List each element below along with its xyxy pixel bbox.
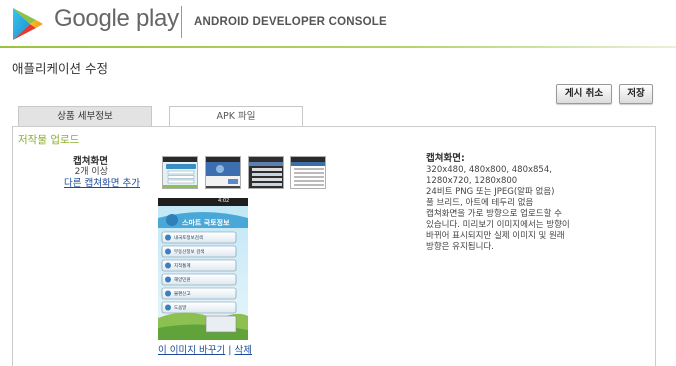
preview-menu-item: 지적통계 <box>174 264 191 269</box>
link-separator: | <box>228 345 232 356</box>
info-line: 방향은 유지됩니다. <box>426 242 494 252</box>
screenshot-requirements-info: 캡쳐화면: 320x480, 480x800, 480x854, 1280x72… <box>426 153 626 253</box>
header-accent-rule <box>0 46 676 48</box>
preview-app-banner: 스마트 국토정보 <box>182 219 230 227</box>
info-heading: 캡쳐화면: <box>426 153 465 164</box>
info-line: 캡쳐화면을 가로 방향으로 업로드할 수 <box>426 209 562 219</box>
preview-status-time: 4:02 <box>218 198 230 204</box>
tab-product-details[interactable]: 상품 세부정보 <box>18 106 152 127</box>
delete-image-link[interactable]: 삭제 <box>235 345 252 356</box>
replace-image-link[interactable]: 이 이미지 바꾸기 <box>158 345 225 356</box>
info-line: 있습니다. 미리보기 이미지에서는 방향이 <box>426 220 570 230</box>
info-line: 24비트 PNG 또는 JPEG(알파 없음) <box>426 187 555 197</box>
preview-menu-item: 내국토정보검색 <box>174 236 203 241</box>
add-screenshot-link[interactable]: 다른 캡쳐화면 추가 <box>64 175 140 189</box>
preview-menu-item: 부동산정보 검색 <box>174 250 205 255</box>
info-line: 풀 브리드, 아트에 테두리 없음 <box>426 198 534 208</box>
screenshot-thumbnail[interactable] <box>205 156 241 189</box>
page-title: 애플리케이션 수정 <box>12 61 108 76</box>
preview-menu-item: 해양민원 <box>174 278 191 283</box>
google-play-logo-icon[interactable] <box>10 6 46 42</box>
preview-menu-item: 불편신고 <box>174 292 191 297</box>
screenshot-preview-image: 4:02 스마트 국토정보 내국토정보검색 부동산정보 검색 지적통계 해양민원… <box>158 198 248 340</box>
screenshot-thumbnail[interactable] <box>290 156 326 189</box>
info-line: 320x480, 480x800, 480x854, <box>426 165 552 175</box>
section-title: 저작물 업로드 <box>18 134 80 146</box>
header-divider <box>181 6 182 38</box>
unpublish-button[interactable]: 게시 취소 <box>556 84 612 104</box>
screenshot-thumbnail[interactable] <box>162 156 198 189</box>
header-bar: Google play ANDROID DEVELOPER CONSOLE <box>0 0 676 48</box>
tab-apk-files[interactable]: APK 파일 <box>169 106 303 127</box>
image-actions: 이 이미지 바꾸기 | 삭제 <box>158 342 252 356</box>
save-button[interactable]: 저장 <box>619 84 653 104</box>
info-line: 1280x720, 1280x800 <box>426 176 518 186</box>
screenshot-thumbnail[interactable] <box>248 156 284 189</box>
brand-name: Google play <box>54 5 179 32</box>
info-line: 바뀌어 표시되지만 실제 이미지 및 원래 <box>426 231 565 241</box>
preview-menu-item: 도움말 <box>174 306 187 311</box>
console-title: ANDROID DEVELOPER CONSOLE <box>194 16 387 28</box>
